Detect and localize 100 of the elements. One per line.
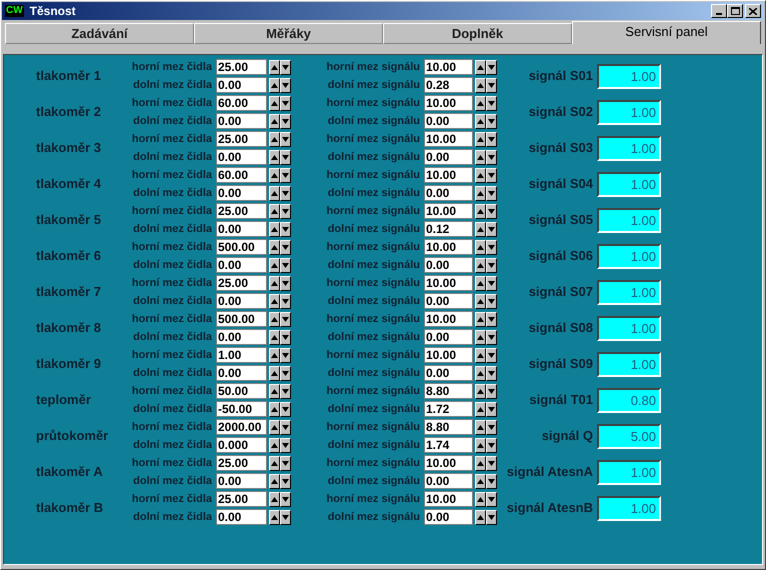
spin-up-button[interactable]	[269, 294, 280, 308]
spin-down-button[interactable]	[280, 330, 291, 344]
spin-down-button[interactable]	[280, 168, 291, 182]
spin-down-button[interactable]	[280, 474, 291, 488]
input-field[interactable]: 60.00	[216, 95, 267, 111]
spin-down-button[interactable]	[280, 438, 291, 452]
input-field[interactable]: 1.00	[216, 347, 267, 363]
input-field[interactable]: 0.00	[216, 473, 267, 489]
spin-down-button[interactable]	[280, 258, 291, 272]
spin-up-button[interactable]	[269, 330, 280, 344]
input-field[interactable]: 0.00	[216, 293, 267, 309]
spin-up-button[interactable]	[475, 330, 486, 344]
spin-up-button[interactable]	[269, 492, 280, 506]
input-field[interactable]: 500.00	[216, 311, 267, 327]
spin-up-button[interactable]	[475, 384, 486, 398]
spin-up-button[interactable]	[269, 366, 280, 380]
input-field[interactable]: 1.72	[424, 401, 473, 417]
spin-down-button[interactable]	[486, 438, 497, 452]
spin-up-button[interactable]	[269, 258, 280, 272]
input-field[interactable]: 0.00	[424, 113, 473, 129]
input-field[interactable]: 25.00	[216, 275, 267, 291]
spin-down-button[interactable]	[280, 150, 291, 164]
spin-down-button[interactable]	[486, 132, 497, 146]
spin-up-button[interactable]	[269, 474, 280, 488]
spin-down-button[interactable]	[280, 492, 291, 506]
spin-up-button[interactable]	[475, 474, 486, 488]
spin-down-button[interactable]	[486, 222, 497, 236]
input-field[interactable]: 10.00	[424, 239, 473, 255]
input-field[interactable]: 0.000	[216, 437, 267, 453]
spin-up-button[interactable]	[475, 150, 486, 164]
spin-down-button[interactable]	[280, 276, 291, 290]
spin-up-button[interactable]	[269, 312, 280, 326]
input-field[interactable]: 0.00	[216, 329, 267, 345]
spin-down-button[interactable]	[486, 330, 497, 344]
input-field[interactable]: 60.00	[216, 167, 267, 183]
spin-up-button[interactable]	[475, 366, 486, 380]
spin-down-button[interactable]	[486, 96, 497, 110]
input-field[interactable]: 50.00	[216, 383, 267, 399]
input-field[interactable]: 0.12	[424, 221, 473, 237]
spin-up-button[interactable]	[269, 402, 280, 416]
input-field[interactable]: 25.00	[216, 203, 267, 219]
spin-up-button[interactable]	[269, 96, 280, 110]
spin-down-button[interactable]	[486, 204, 497, 218]
spin-up-button[interactable]	[475, 240, 486, 254]
spin-up-button[interactable]	[269, 240, 280, 254]
spin-up-button[interactable]	[269, 222, 280, 236]
input-field[interactable]: 10.00	[424, 275, 473, 291]
spin-down-button[interactable]	[280, 456, 291, 470]
input-field[interactable]: 500.00	[216, 239, 267, 255]
spin-up-button[interactable]	[475, 60, 486, 74]
spin-down-button[interactable]	[486, 420, 497, 434]
input-field[interactable]: 0.00	[424, 293, 473, 309]
maximize-button[interactable]	[727, 4, 743, 18]
spin-down-button[interactable]	[486, 294, 497, 308]
spin-up-button[interactable]	[269, 114, 280, 128]
spin-down-button[interactable]	[280, 366, 291, 380]
spin-up-button[interactable]	[475, 348, 486, 362]
input-field[interactable]: 0.00	[424, 257, 473, 273]
spin-up-button[interactable]	[269, 384, 280, 398]
input-field[interactable]: 25.00	[216, 455, 267, 471]
spin-down-button[interactable]	[486, 384, 497, 398]
spin-up-button[interactable]	[269, 420, 280, 434]
input-field[interactable]: 0.00	[424, 149, 473, 165]
input-field[interactable]: 10.00	[424, 203, 473, 219]
input-field[interactable]: -50.00	[216, 401, 267, 417]
spin-down-button[interactable]	[486, 114, 497, 128]
input-field[interactable]: 25.00	[216, 491, 267, 507]
spin-up-button[interactable]	[475, 186, 486, 200]
spin-down-button[interactable]	[280, 420, 291, 434]
spin-down-button[interactable]	[280, 96, 291, 110]
tab[interactable]: Doplněk	[383, 23, 572, 44]
spin-up-button[interactable]	[475, 438, 486, 452]
spin-down-button[interactable]	[486, 348, 497, 362]
spin-down-button[interactable]	[280, 78, 291, 92]
input-field[interactable]: 0.28	[424, 77, 473, 93]
minimize-button[interactable]	[711, 4, 727, 18]
input-field[interactable]: 0.00	[216, 509, 267, 525]
spin-down-button[interactable]	[486, 150, 497, 164]
input-field[interactable]: 10.00	[424, 455, 473, 471]
spin-down-button[interactable]	[280, 384, 291, 398]
input-field[interactable]: 0.00	[424, 473, 473, 489]
spin-down-button[interactable]	[486, 78, 497, 92]
input-field[interactable]: 10.00	[424, 167, 473, 183]
tab[interactable]: Zadávání	[5, 23, 194, 44]
input-field[interactable]: 8.80	[424, 383, 473, 399]
input-field[interactable]: 2000.00	[216, 419, 267, 435]
spin-down-button[interactable]	[486, 402, 497, 416]
input-field[interactable]: 10.00	[424, 95, 473, 111]
spin-down-button[interactable]	[486, 510, 497, 524]
spin-up-button[interactable]	[475, 114, 486, 128]
spin-down-button[interactable]	[280, 114, 291, 128]
input-field[interactable]: 10.00	[424, 347, 473, 363]
tab[interactable]: Servisní panel	[572, 21, 761, 44]
spin-down-button[interactable]	[280, 204, 291, 218]
spin-up-button[interactable]	[475, 492, 486, 506]
spin-up-button[interactable]	[475, 96, 486, 110]
spin-up-button[interactable]	[475, 510, 486, 524]
spin-down-button[interactable]	[486, 60, 497, 74]
spin-up-button[interactable]	[269, 204, 280, 218]
spin-down-button[interactable]	[280, 60, 291, 74]
